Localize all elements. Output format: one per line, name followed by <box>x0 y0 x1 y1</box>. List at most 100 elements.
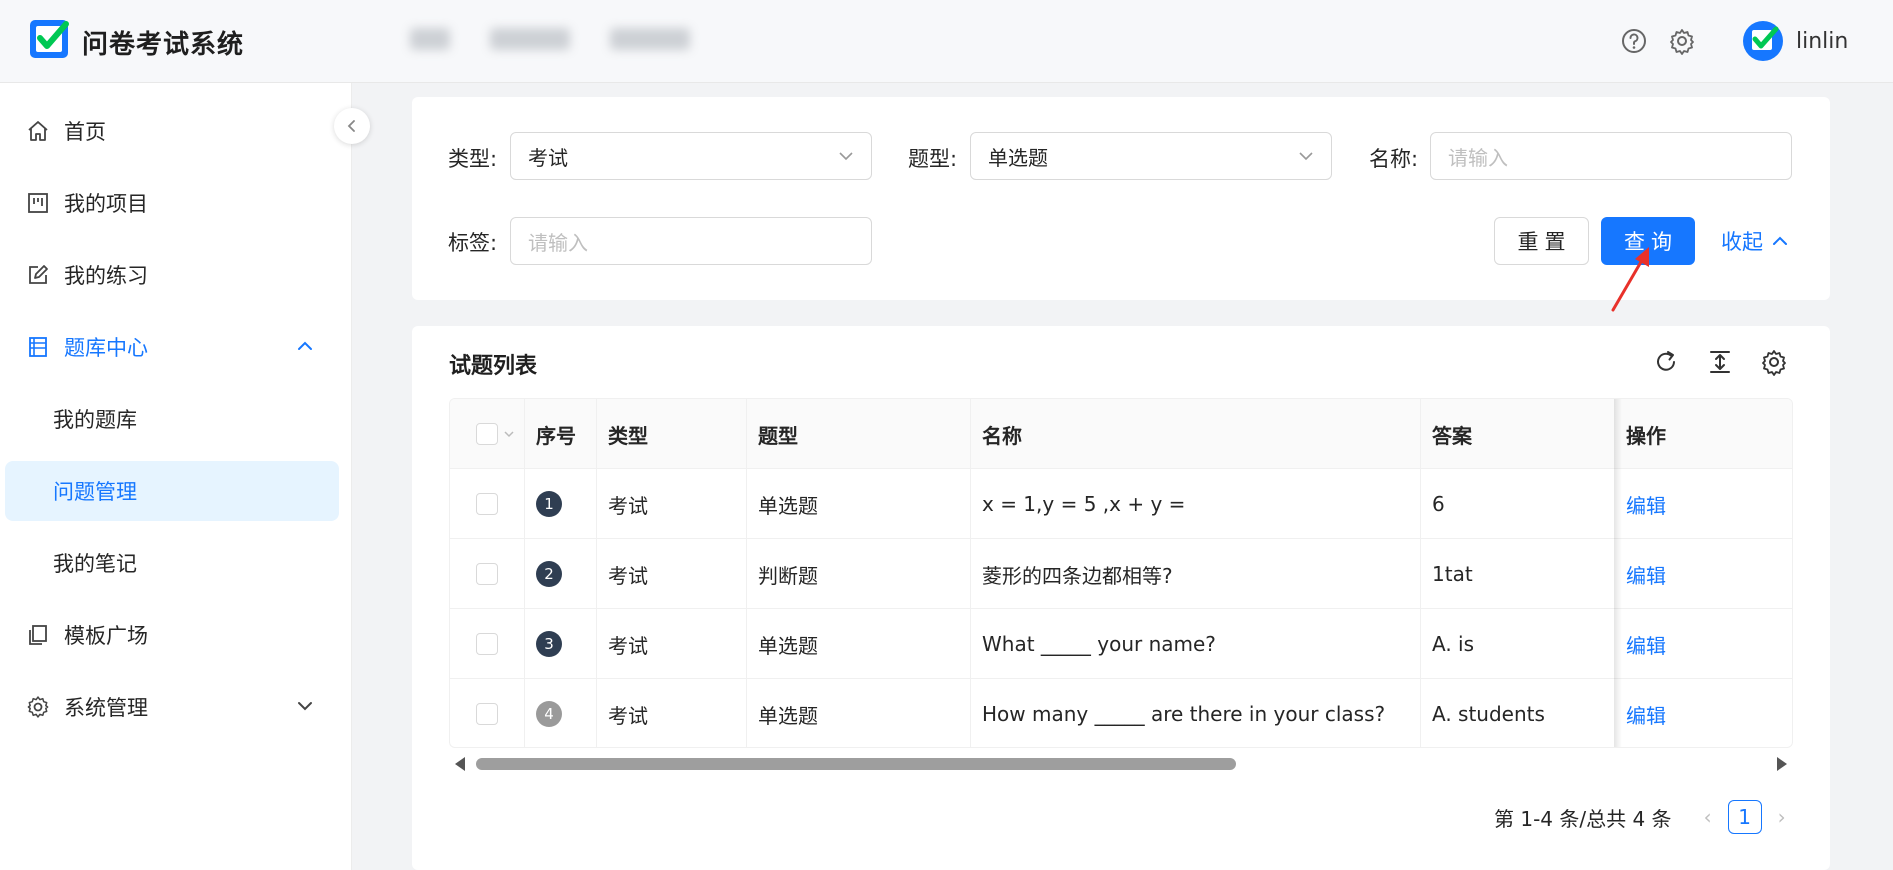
row-qtype: 单选题 <box>758 633 818 658</box>
scroll-right-arrow-icon[interactable] <box>1777 757 1787 771</box>
type-filter-label: 类型: <box>448 147 498 171</box>
col-header-name: 名称 <box>982 423 1022 448</box>
tag-input[interactable]: 请输入 <box>510 217 872 265</box>
scroll-thumb[interactable] <box>476 758 1236 770</box>
row-index-badge: 3 <box>536 631 562 657</box>
row-name: 菱形的四条边都相等? <box>982 563 1173 588</box>
row-checkbox[interactable] <box>476 563 498 585</box>
table-title: 试题列表 <box>449 354 538 379</box>
row-index-badge: 1 <box>536 491 562 517</box>
sidebar-item-system[interactable]: 系统管理 <box>0 677 352 737</box>
row-checkbox[interactable] <box>476 633 498 655</box>
chevron-down-icon <box>298 702 312 711</box>
row-qtype: 判断题 <box>758 563 818 588</box>
help-icon[interactable] <box>1620 27 1648 55</box>
breadcrumb <box>410 28 690 50</box>
table-row: 3 考试 单选题 What _____ your name? A. is 编辑 <box>450 609 1792 679</box>
sidebar-item-my-bank[interactable]: 我的题库 <box>0 389 352 449</box>
row-name: What _____ your name? <box>982 632 1216 656</box>
sidebar-item-question-management[interactable]: 问题管理 <box>5 461 339 521</box>
annotation-arrow-icon <box>1611 247 1649 312</box>
col-header-answer: 答案 <box>1432 423 1472 448</box>
tag-filter-label: 标签: <box>448 231 498 255</box>
row-name: How many _____ are there in your class? <box>982 702 1386 726</box>
name-input[interactable]: 请输入 <box>1430 132 1792 180</box>
col-header-index: 序号 <box>536 423 576 448</box>
select-all-cell[interactable] <box>464 399 516 469</box>
top-header: 问卷考试系统 linlin <box>0 0 1893 83</box>
row-qtype: 单选题 <box>758 493 818 518</box>
chevron-down-icon[interactable] <box>502 427 516 441</box>
settings-icon[interactable] <box>1668 27 1696 55</box>
tag-input-placeholder: 请输入 <box>528 230 588 255</box>
collapse-label: 收起 <box>1721 230 1763 254</box>
sidebar-item-templates[interactable]: 模板广场 <box>0 605 352 665</box>
chevron-up-icon <box>1773 236 1787 245</box>
row-checkbox[interactable] <box>476 703 498 725</box>
sidebar-item-home[interactable]: 首页 <box>0 101 352 161</box>
select-all-checkbox[interactable] <box>476 423 498 445</box>
question-list-panel: 试题列表 序号 类型 题型 名称 答案 操作 1 考试 单选题 x = 1,y … <box>412 326 1830 870</box>
chevron-down-icon <box>839 152 853 161</box>
project-icon <box>28 193 48 213</box>
collapse-filters-link[interactable]: 收起 <box>1721 226 1789 256</box>
sidebar-item-notes[interactable]: 我的笔记 <box>0 533 352 593</box>
row-answer: 6 <box>1432 492 1445 516</box>
book-icon <box>29 337 47 357</box>
reset-button[interactable]: 重置 <box>1494 217 1589 265</box>
row-index-badge: 4 <box>536 701 562 727</box>
table-header-row: 序号 类型 题型 名称 答案 操作 <box>450 399 1792 469</box>
density-icon[interactable] <box>1706 348 1734 376</box>
table-row: 1 考试 单选题 x = 1,y = 5 ,x + y = 6 编辑 <box>450 469 1792 539</box>
chevron-down-icon <box>1299 152 1313 161</box>
type-select[interactable]: 考试 <box>510 132 872 180</box>
row-index-badge: 2 <box>536 561 562 587</box>
fixed-column-shadow <box>1614 399 1622 747</box>
table-row: 4 考试 单选题 How many _____ are there in you… <box>450 679 1792 747</box>
row-type: 考试 <box>608 703 648 728</box>
sidebar-item-question-bank[interactable]: 题库中心 <box>0 317 352 377</box>
username[interactable]: linlin <box>1796 29 1848 54</box>
name-filter-label: 名称: <box>1369 147 1419 171</box>
sidebar-item-label: 首页 <box>64 120 106 144</box>
sidebar-item-projects[interactable]: 我的项目 <box>0 173 352 233</box>
row-qtype: 单选题 <box>758 703 818 728</box>
row-answer: A. is <box>1432 632 1475 656</box>
page-number-current[interactable]: 1 <box>1727 800 1762 834</box>
row-type: 考试 <box>608 633 648 658</box>
row-answer: A. students <box>1432 702 1545 726</box>
sidebar-item-label: 我的笔记 <box>53 552 137 576</box>
row-answer: 1tat <box>1432 562 1473 586</box>
row-name: x = 1,y = 5 ,x + y = <box>982 492 1186 516</box>
row-type: 考试 <box>608 563 648 588</box>
app-logo-icon <box>30 20 69 58</box>
horizontal-scrollbar[interactable] <box>449 752 1793 774</box>
next-page-icon[interactable]: › <box>1766 801 1798 833</box>
user-avatar[interactable] <box>1742 20 1784 62</box>
column-settings-icon[interactable] <box>1760 348 1788 376</box>
sidebar-item-label: 我的题库 <box>53 408 137 432</box>
qtype-select-value: 单选题 <box>988 145 1048 170</box>
qtype-select[interactable]: 单选题 <box>970 132 1332 180</box>
scroll-left-arrow-icon[interactable] <box>455 757 465 771</box>
sidebar-collapse-button[interactable] <box>334 108 370 144</box>
refresh-icon[interactable] <box>1652 348 1680 376</box>
gear-icon <box>27 696 49 718</box>
chevron-left-icon <box>347 120 355 132</box>
edit-icon <box>29 265 48 284</box>
sidebar-item-label: 题库中心 <box>64 336 148 360</box>
home-icon <box>28 121 48 141</box>
pagination-summary: 第 1-4 条/总共 4 条 <box>1494 806 1672 831</box>
sidebar-item-practice[interactable]: 我的练习 <box>0 245 352 305</box>
table-row: 2 考试 判断题 菱形的四条边都相等? 1tat 编辑 <box>450 539 1792 609</box>
pagination: 第 1-4 条/总共 4 条 ‹ 1 › <box>1494 800 1798 834</box>
sidebar-item-label: 问题管理 <box>53 480 137 504</box>
col-header-type: 类型 <box>608 423 648 448</box>
row-checkbox[interactable] <box>476 493 498 515</box>
prev-page-icon[interactable]: ‹ <box>1692 801 1724 833</box>
type-select-value: 考试 <box>528 145 568 170</box>
name-input-placeholder: 请输入 <box>1448 145 1508 170</box>
sidebar-item-label: 我的项目 <box>64 192 148 216</box>
sidebar-item-label: 系统管理 <box>64 696 148 720</box>
template-icon <box>29 625 47 645</box>
